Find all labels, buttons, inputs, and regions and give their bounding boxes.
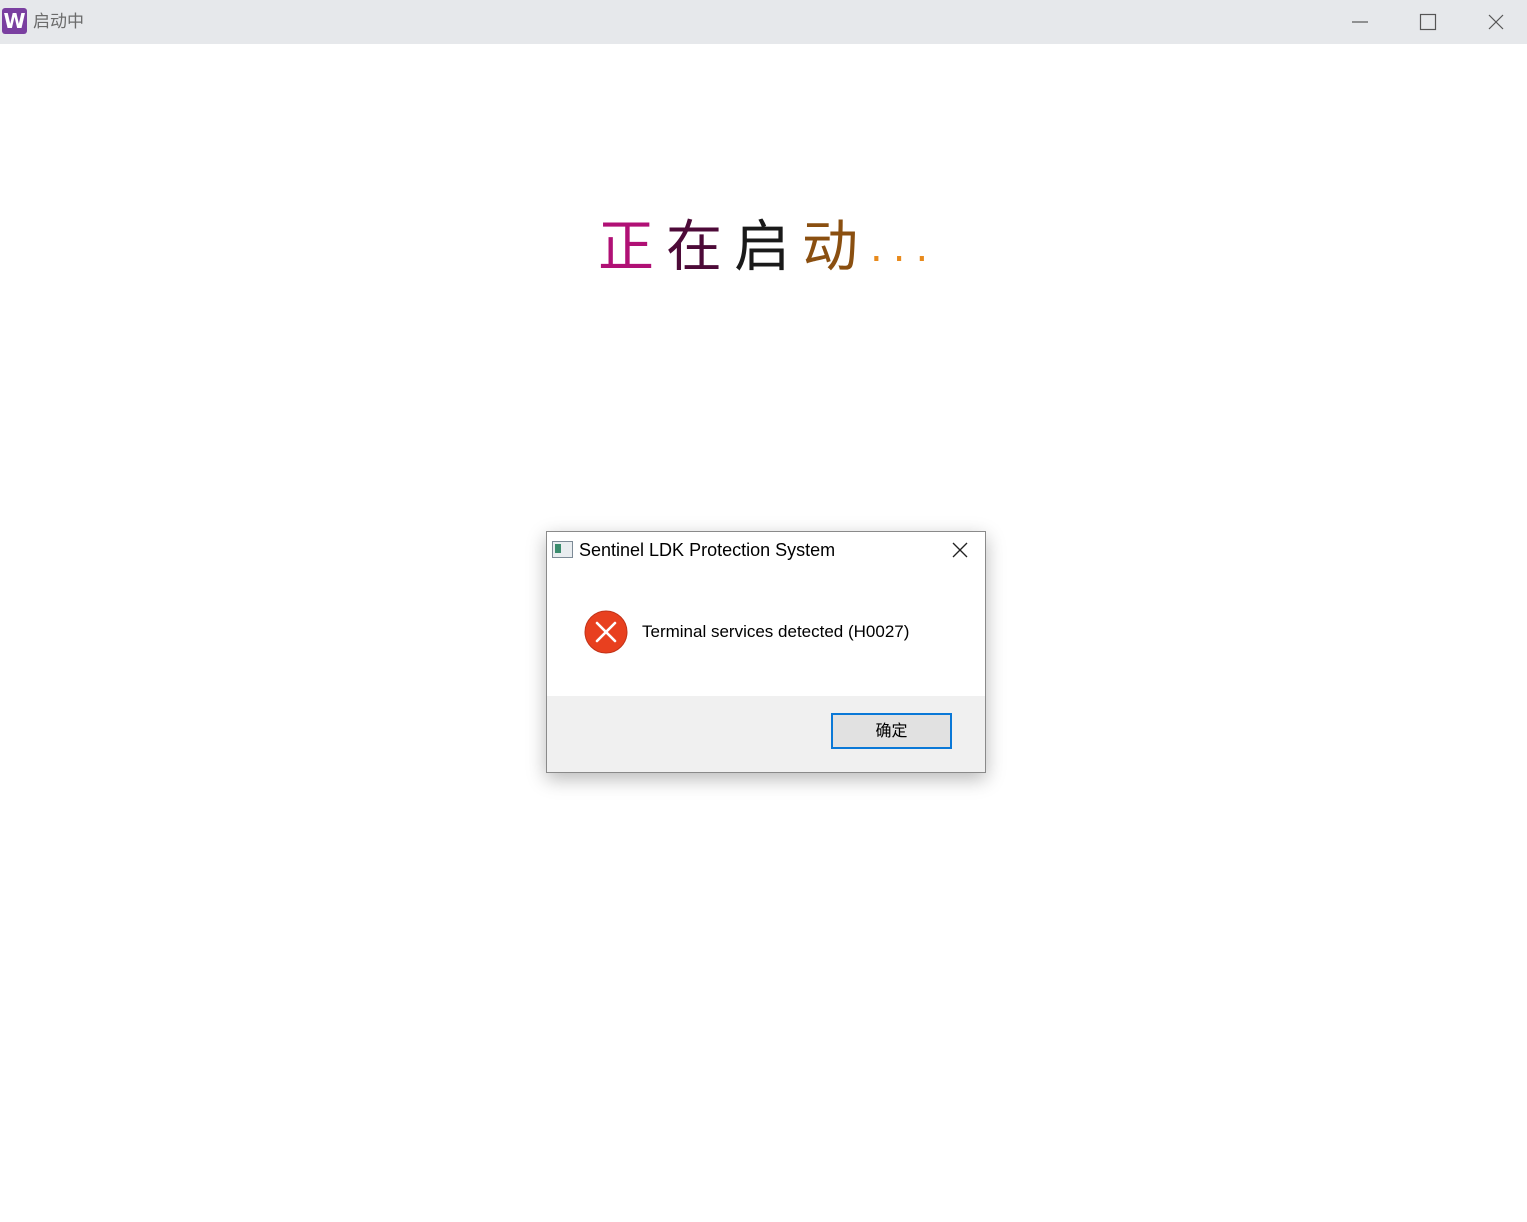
dialog-title-bar[interactable]: Sentinel LDK Protection System bbox=[547, 532, 985, 568]
splash-char: 在 bbox=[666, 215, 722, 280]
dialog-message: Terminal services detected (H0027) bbox=[642, 622, 910, 641]
dialog-footer: 确定 bbox=[547, 696, 985, 772]
error-dialog: Sentinel LDK Protection System Terminal … bbox=[546, 531, 986, 773]
splash-char: 正 bbox=[598, 215, 654, 280]
close-icon bbox=[952, 542, 968, 558]
dialog-body: Terminal services detected (H0027) bbox=[547, 568, 985, 696]
ok-button[interactable]: 确定 bbox=[831, 713, 952, 749]
minimize-button[interactable] bbox=[1326, 0, 1394, 44]
minimize-icon bbox=[1352, 21, 1368, 23]
dialog-app-icon bbox=[552, 541, 573, 558]
app-logo-icon: W bbox=[2, 8, 27, 34]
dialog-title: Sentinel LDK Protection System bbox=[579, 540, 836, 560]
splash-char: 启 bbox=[734, 215, 790, 280]
error-icon bbox=[584, 610, 628, 654]
maximize-icon bbox=[1419, 13, 1437, 31]
app-window: W 启动中 正在启动... Sentinel LDK Protection Sy… bbox=[0, 0, 1527, 1222]
dialog-close-button[interactable] bbox=[945, 536, 975, 564]
splash-dot: . bbox=[892, 225, 906, 271]
splash-char: 动 bbox=[802, 215, 858, 280]
window-title: 启动中 bbox=[33, 12, 84, 32]
title-bar[interactable]: W 启动中 bbox=[0, 0, 1527, 44]
maximize-button[interactable] bbox=[1394, 0, 1462, 44]
startup-message: 正在启动... bbox=[598, 212, 938, 292]
close-icon bbox=[1488, 14, 1504, 30]
splash-dot: . bbox=[915, 225, 929, 271]
close-window-button[interactable] bbox=[1462, 0, 1527, 44]
splash-dot: . bbox=[870, 225, 883, 271]
